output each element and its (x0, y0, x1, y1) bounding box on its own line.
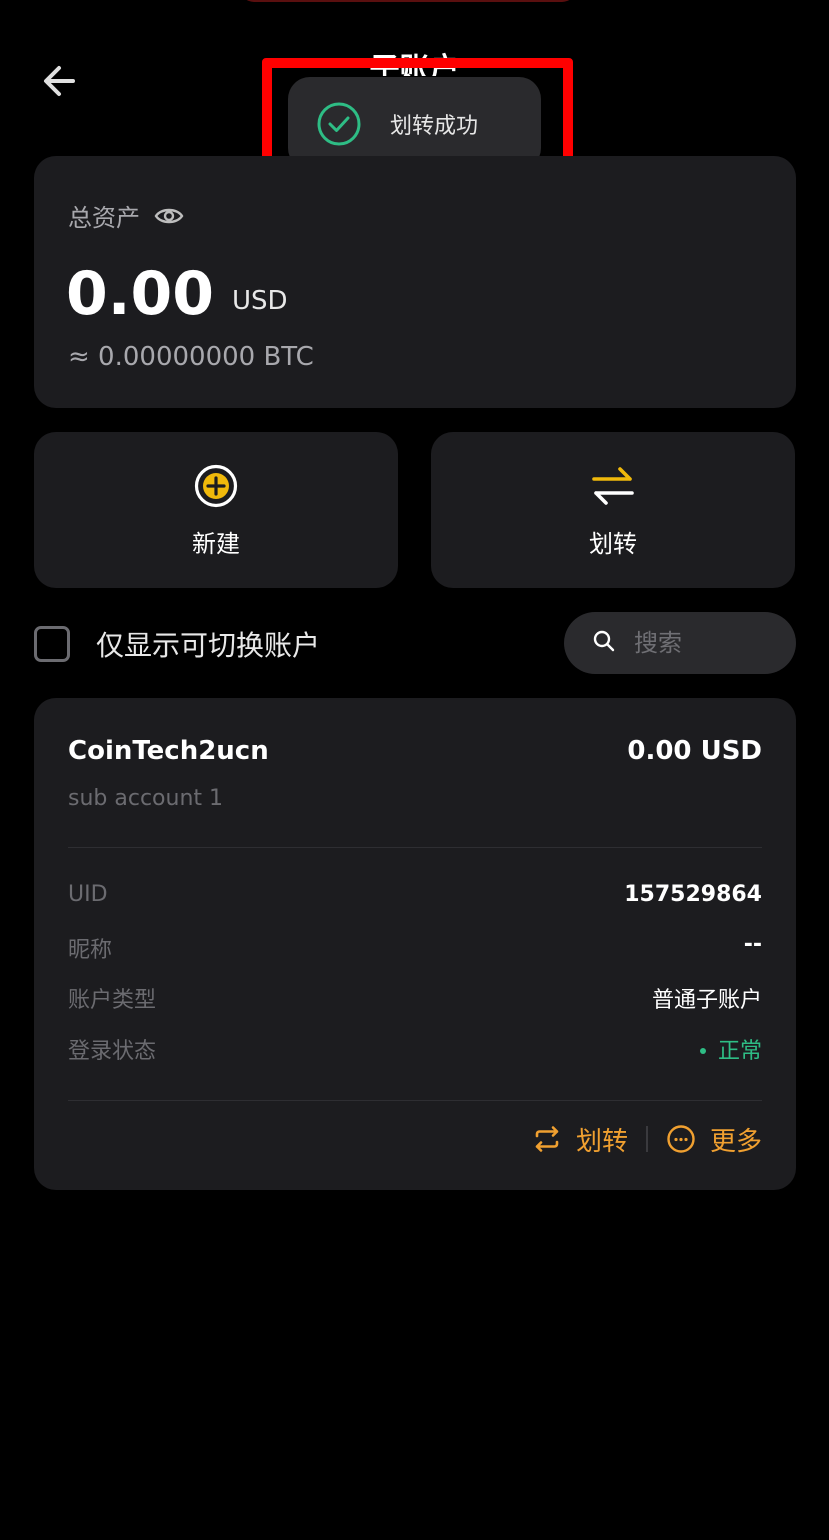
info-row-account-type: 账户类型 普通子账户 (68, 982, 762, 1016)
divider (68, 847, 762, 848)
card-more-button[interactable]: 更多 (666, 1121, 762, 1158)
account-name: CoinTech2ucn (68, 736, 269, 766)
plus-circle-icon (192, 462, 240, 510)
search-box[interactable] (564, 612, 796, 674)
card-actions: 划转 更多 (532, 1121, 762, 1158)
total-assets-value: 0.00 (66, 259, 215, 329)
transfer-button[interactable]: 划转 (431, 432, 795, 588)
search-icon (592, 629, 616, 657)
action-separator (645, 1126, 648, 1152)
total-assets-card: 总资产 0.00 USD ≈ 0.00000000 BTC (34, 156, 796, 408)
info-row-uid: UID 157529864 (68, 882, 762, 916)
info-row-login-status: 登录状态 正常 (68, 1033, 762, 1067)
subaccount-card[interactable]: CoinTech2ucn 0.00 USD sub account 1 UID … (34, 698, 796, 1190)
info-row-nickname: 昵称 -- (68, 932, 762, 966)
create-subaccount-button[interactable]: 新建 (34, 432, 398, 588)
info-key: UID (68, 882, 108, 907)
account-balance: 0.00 USD (627, 736, 762, 766)
status-dot-icon (699, 1048, 706, 1054)
filter-row: 仅显示可切换账户 (34, 612, 796, 674)
create-label: 新建 (192, 529, 240, 558)
switchable-only-checkbox[interactable] (34, 626, 70, 662)
more-circle-icon (666, 1124, 696, 1154)
account-remark: sub account 1 (68, 786, 223, 811)
info-key: 昵称 (68, 938, 113, 963)
total-assets-unit: USD (232, 286, 288, 316)
nickname-value: -- (743, 932, 762, 957)
login-status-value: 正常 (699, 1033, 762, 1065)
top-notch-outline (240, 0, 576, 2)
card-transfer-button[interactable]: 划转 (532, 1121, 628, 1158)
search-input[interactable] (632, 628, 776, 658)
switchable-only-label[interactable]: 仅显示可切换账户 (96, 624, 320, 664)
divider (68, 1100, 762, 1101)
total-assets-label: 总资产 (68, 198, 184, 233)
swap-icon (532, 1124, 562, 1154)
btc-equivalent: ≈ 0.00000000 BTC (68, 342, 314, 372)
transfer-label: 划转 (589, 529, 637, 558)
transfer-arrows-icon (589, 462, 637, 510)
account-type-value: 普通子账户 (651, 988, 762, 1013)
info-key: 账户类型 (68, 988, 157, 1013)
uid-value: 157529864 (624, 882, 762, 907)
info-key: 登录状态 (68, 1039, 157, 1064)
eye-icon[interactable] (154, 205, 184, 227)
